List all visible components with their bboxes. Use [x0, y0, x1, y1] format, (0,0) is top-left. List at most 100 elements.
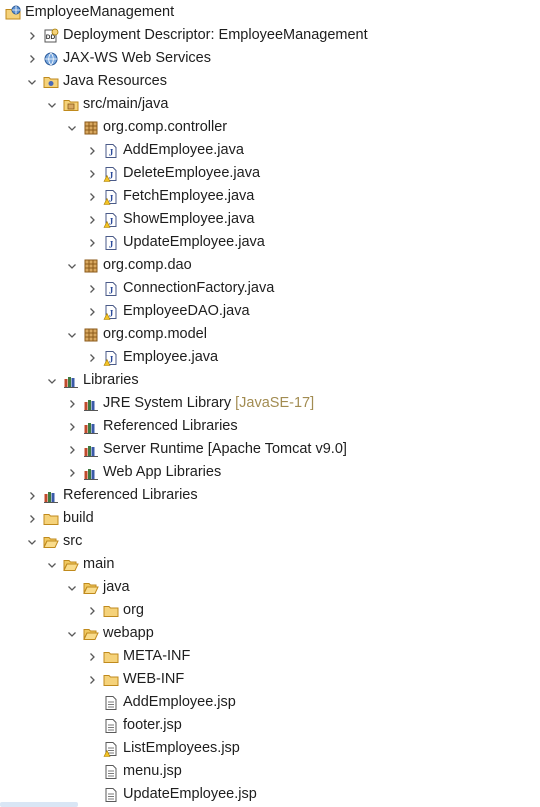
tree-item[interactable]: org.comp.dao — [65, 254, 192, 277]
horizontal-scrollbar-thumb[interactable] — [0, 802, 78, 807]
chevron-right-icon[interactable] — [25, 484, 39, 507]
chevron-right-icon[interactable] — [85, 139, 99, 162]
svg-text:J: J — [109, 239, 114, 249]
tree-item[interactable]: J EmployeeDAO.java — [85, 300, 250, 323]
web-project-icon — [5, 5, 21, 21]
tree-item-label: FetchEmployee.java — [123, 188, 255, 204]
java-file-icon: J — [103, 143, 119, 159]
java-file-warning-icon: J — [103, 350, 119, 366]
tree-item[interactable]: src/main/java — [45, 93, 168, 116]
folder-open-icon — [83, 626, 99, 642]
tree-item[interactable]: EmployeeManagement — [5, 1, 174, 24]
tree-item[interactable]: WEB-INF — [85, 668, 184, 691]
package-icon — [83, 120, 99, 136]
chevron-down-icon[interactable] — [45, 93, 59, 116]
chevron-down-icon[interactable] — [45, 369, 59, 392]
tree-item[interactable]: J DeleteEmployee.java — [85, 162, 260, 185]
chevron-down-icon[interactable] — [25, 70, 39, 93]
chevron-down-icon[interactable] — [45, 553, 59, 576]
chevron-right-icon[interactable] — [85, 185, 99, 208]
tree-item-label: main — [83, 556, 115, 572]
tree-item[interactable]: J FetchEmployee.java — [85, 185, 254, 208]
tree-item-label: Java Resources — [63, 73, 167, 89]
tree-item-label: AddEmployee.java — [123, 142, 244, 158]
chevron-down-icon[interactable] — [65, 622, 79, 645]
svg-text:J: J — [109, 193, 114, 203]
folder-open-icon — [63, 557, 79, 573]
chevron-right-icon[interactable] — [85, 300, 99, 323]
tree-item-decoration: [JavaSE-17] — [235, 395, 315, 411]
tree-item[interactable]: menu.jsp — [85, 760, 182, 783]
tree-item[interactable]: org — [85, 599, 144, 622]
tree-item[interactable]: J UpdateEmployee.java — [85, 231, 265, 254]
chevron-down-icon[interactable] — [25, 530, 39, 553]
chevron-right-icon[interactable] — [85, 668, 99, 691]
folder-open-icon — [43, 534, 59, 550]
chevron-down-icon[interactable] — [65, 576, 79, 599]
tree-item[interactable]: main — [45, 553, 114, 576]
chevron-right-icon[interactable] — [25, 24, 39, 47]
chevron-right-icon[interactable] — [85, 645, 99, 668]
tree-item[interactable]: JAX-WS Web Services — [25, 47, 211, 70]
tree-item-label: webapp — [103, 625, 154, 641]
tree-item[interactable]: footer.jsp — [85, 714, 182, 737]
chevron-right-icon[interactable] — [85, 208, 99, 231]
chevron-right-icon[interactable] — [65, 392, 79, 415]
chevron-right-icon[interactable] — [85, 162, 99, 185]
tree-item[interactable]: webapp — [65, 622, 154, 645]
tree-item[interactable]: AddEmployee.jsp — [85, 691, 236, 714]
library-icon — [83, 442, 99, 458]
chevron-down-icon[interactable] — [65, 323, 79, 346]
tree-item[interactable]: ListEmployees.jsp — [85, 737, 240, 760]
tree-item[interactable]: UpdateEmployee.jsp — [85, 783, 257, 806]
chevron-down-icon[interactable] — [65, 254, 79, 277]
svg-text:J: J — [109, 285, 114, 295]
library-icon — [63, 373, 79, 389]
jsp-file-warning-icon — [103, 741, 119, 757]
tree-item-label: Referenced Libraries — [63, 487, 198, 503]
java-resources-icon — [43, 74, 59, 90]
tree-item-label: JAX-WS Web Services — [63, 50, 211, 66]
jsp-file-icon — [103, 764, 119, 780]
svg-text:J: J — [109, 216, 114, 226]
tree-item[interactable]: Java Resources — [25, 70, 167, 93]
chevron-right-icon[interactable] — [25, 507, 39, 530]
chevron-right-icon[interactable] — [25, 47, 39, 70]
tree-item[interactable]: org.comp.model — [65, 323, 207, 346]
tree-item[interactable]: J Employee.java — [85, 346, 218, 369]
folder-open-icon — [83, 580, 99, 596]
folder-icon — [103, 603, 119, 619]
chevron-right-icon[interactable] — [85, 277, 99, 300]
tree-item[interactable]: Libraries — [45, 369, 139, 392]
chevron-right-icon[interactable] — [85, 346, 99, 369]
java-file-warning-icon: J — [103, 166, 119, 182]
tree-item[interactable]: J ConnectionFactory.java — [85, 277, 274, 300]
tree-item[interactable]: Referenced Libraries — [65, 415, 238, 438]
tree-item[interactable]: src — [25, 530, 82, 553]
tree-item[interactable]: J AddEmployee.java — [85, 139, 244, 162]
java-file-icon: J — [103, 235, 119, 251]
tree-item-label: build — [63, 510, 94, 526]
tree-item[interactable]: Referenced Libraries — [25, 484, 198, 507]
tree-item[interactable]: J ShowEmployee.java — [85, 208, 254, 231]
tree-item[interactable]: Web App Libraries — [65, 461, 221, 484]
chevron-right-icon[interactable] — [65, 415, 79, 438]
chevron-down-icon[interactable] — [65, 116, 79, 139]
chevron-right-icon[interactable] — [65, 461, 79, 484]
tree-item[interactable]: JRE System Library [JavaSE-17] — [65, 392, 314, 415]
tree-item[interactable]: DD Deployment Descriptor: EmployeeManagem… — [25, 24, 368, 47]
tree-item[interactable]: Server Runtime [Apache Tomcat v9.0] — [65, 438, 347, 461]
tree-item[interactable]: org.comp.controller — [65, 116, 227, 139]
library-icon — [83, 419, 99, 435]
chevron-right-icon[interactable] — [85, 599, 99, 622]
chevron-right-icon[interactable] — [85, 231, 99, 254]
tree-item-label: UpdateEmployee.jsp — [123, 786, 257, 802]
tree-item[interactable]: build — [25, 507, 94, 530]
tree-item[interactable]: META-INF — [85, 645, 190, 668]
chevron-right-icon[interactable] — [65, 438, 79, 461]
tree-item-label: EmployeeDAO.java — [123, 303, 250, 319]
tree-item[interactable]: java — [65, 576, 130, 599]
